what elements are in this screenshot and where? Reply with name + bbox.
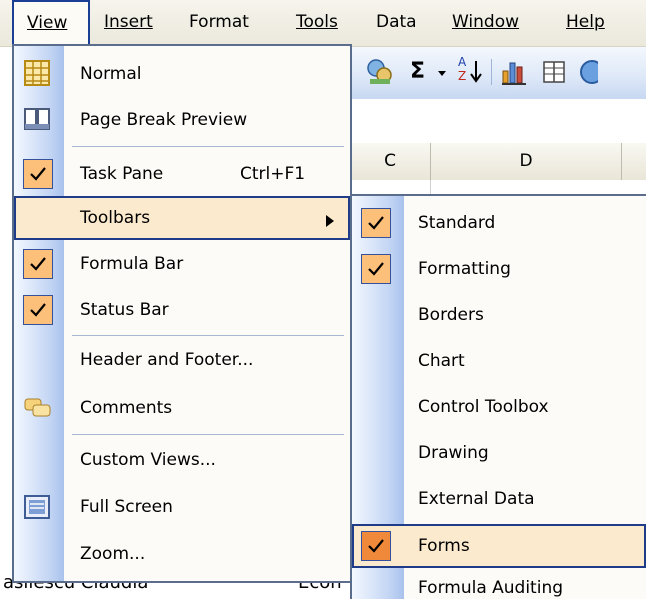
menu-item-task-pane[interactable]: Task Pane Ctrl+F1 <box>14 150 350 198</box>
autosum-button[interactable]: Σ <box>410 57 432 87</box>
menu-item-comments-label: Comments <box>80 398 173 418</box>
standard-toolbar: Σ A Z <box>350 47 646 99</box>
menu-item-header-footer[interactable]: Header and Footer... <box>14 338 350 382</box>
task-pane-shortcut: Ctrl+F1 <box>240 164 306 184</box>
research-icon[interactable] <box>364 57 396 87</box>
menu-window-label: Window <box>452 12 520 32</box>
formula-bar-checkmark-icon <box>23 249 53 279</box>
menu-item-full-screen[interactable]: Full Screen <box>14 484 350 530</box>
menu-window[interactable]: Window <box>452 0 519 46</box>
task-pane-checkmark-icon <box>23 159 53 189</box>
toolbar-item-standard-label: Standard <box>418 213 496 233</box>
menu-separator <box>72 146 344 147</box>
menu-insert[interactable]: Insert <box>104 0 153 46</box>
menu-item-comments[interactable]: Comments <box>14 384 350 432</box>
formatting-checkmark-icon <box>361 254 391 284</box>
menu-separator <box>72 335 344 336</box>
toolbar-item-forms-label: Forms <box>418 536 470 556</box>
standard-checkmark-icon <box>361 208 391 238</box>
column-header-d[interactable]: D <box>431 143 622 180</box>
zoom-icon[interactable] <box>578 57 604 87</box>
chart-wizard-icon[interactable] <box>500 57 530 87</box>
column-c-label: C <box>384 151 396 171</box>
menu-item-status-bar[interactable]: Status Bar <box>14 288 350 332</box>
column-header-c[interactable]: C <box>350 143 431 180</box>
toolbar-item-borders-label: Borders <box>418 305 484 325</box>
menu-data[interactable]: Data <box>376 0 417 46</box>
menu-help[interactable]: Help <box>566 0 605 46</box>
menu-item-zoom[interactable]: Zoom... <box>14 530 350 578</box>
normal-view-icon <box>23 59 51 92</box>
toolbar-separator <box>491 59 492 85</box>
toolbar-item-drawing[interactable]: Drawing <box>352 430 646 476</box>
menu-item-page-break-preview-label: Page Break Preview <box>80 110 248 130</box>
menu-tools[interactable]: Tools <box>296 0 338 46</box>
menu-item-custom-views[interactable]: Custom Views... <box>14 436 350 484</box>
toolbar-item-forms[interactable]: Forms <box>352 524 646 568</box>
toolbar-item-borders[interactable]: Borders <box>352 292 646 338</box>
formula-bar <box>350 99 646 144</box>
menu-item-formula-bar[interactable]: Formula Bar <box>14 242 350 286</box>
toolbar-item-external-data[interactable]: External Data <box>352 476 646 522</box>
toolbar-item-control-toolbox-label: Control Toolbox <box>418 397 549 417</box>
menu-help-label: Help <box>566 12 605 32</box>
menu-item-custom-views-label: Custom Views... <box>80 450 216 470</box>
toolbar-item-formatting[interactable]: Formatting <box>352 246 646 292</box>
toolbars-submenu: Standard Formatting Borders Chart Contro… <box>350 194 646 599</box>
menu-item-formula-bar-label: Formula Bar <box>80 254 184 274</box>
toolbar-item-drawing-label: Drawing <box>418 443 489 463</box>
menu-view[interactable]: View <box>12 0 90 46</box>
menu-item-full-screen-label: Full Screen <box>80 497 173 517</box>
sigma-label: Σ <box>410 59 426 84</box>
menu-separator <box>72 434 344 435</box>
menu-item-toolbars[interactable]: Toolbars <box>14 196 350 240</box>
toolbar-item-formatting-label: Formatting <box>418 259 511 279</box>
menu-item-header-footer-label: Header and Footer... <box>80 350 254 370</box>
menu-item-toolbars-label: Toolbars <box>80 208 151 228</box>
toolbar-item-standard[interactable]: Standard <box>352 200 646 246</box>
full-screen-icon <box>24 495 50 524</box>
toolbar-item-chart-label: Chart <box>418 351 465 371</box>
menu-tools-label: Tools <box>296 12 338 32</box>
submenu-arrow-icon <box>326 212 334 232</box>
menu-item-page-break-preview[interactable]: Page Break Preview <box>14 98 350 142</box>
autosum-dropdown-icon[interactable] <box>436 57 448 87</box>
menu-bar: View Insert Format Tools Data Window Hel… <box>0 0 646 47</box>
menu-view-label: View <box>27 13 68 33</box>
menu-item-normal-label: Normal <box>80 64 142 84</box>
menu-insert-label: Insert <box>104 12 153 32</box>
menu-item-zoom-label: Zoom... <box>80 544 146 564</box>
toolbar-item-control-toolbox[interactable]: Control Toolbox <box>352 384 646 430</box>
toolbar-item-chart[interactable]: Chart <box>352 338 646 384</box>
toolbar-item-formula-auditing-label: Formula Auditing <box>418 578 564 598</box>
menu-format-label: Format <box>189 12 249 32</box>
page-break-preview-icon <box>23 106 51 137</box>
menu-item-task-pane-label: Task Pane <box>80 164 164 184</box>
status-bar-checkmark-icon <box>23 295 53 325</box>
sort-a-label: A <box>458 55 467 69</box>
toolbar-item-external-data-label: External Data <box>418 489 535 509</box>
drawing-icon[interactable] <box>540 57 570 87</box>
column-d-label: D <box>519 151 533 171</box>
view-menu: Normal Page Break Preview Task Pane Ctrl… <box>12 44 352 583</box>
comments-icon <box>24 397 52 424</box>
menu-item-status-bar-label: Status Bar <box>80 300 169 320</box>
menu-data-label: Data <box>376 12 417 32</box>
sort-ascending-button[interactable]: A Z <box>456 55 486 87</box>
menu-format[interactable]: Format <box>189 0 249 46</box>
column-headers: C D <box>350 143 646 181</box>
forms-checkmark-icon <box>361 531 391 561</box>
sort-z-label: Z <box>458 69 467 83</box>
menu-item-normal[interactable]: Normal <box>14 52 350 96</box>
